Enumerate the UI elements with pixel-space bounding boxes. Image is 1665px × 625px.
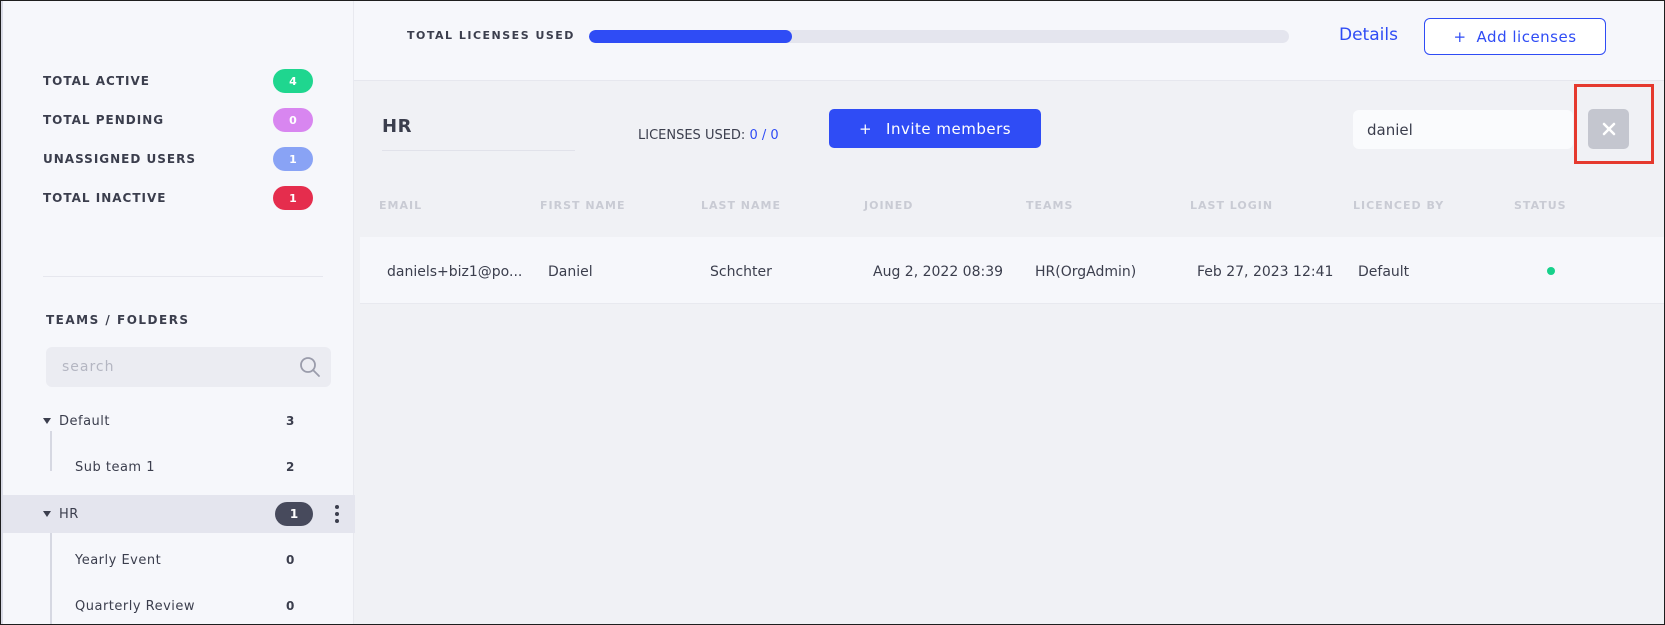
stat-label: TOTAL ACTIVE xyxy=(43,74,150,88)
column-header-first-name[interactable]: FIRST NAME xyxy=(540,199,626,212)
tree-item-sub-team-1[interactable]: Sub team 1 2 xyxy=(3,448,355,486)
plus-icon: + xyxy=(1453,27,1467,46)
stat-unassigned-users[interactable]: UNASSIGNED USERS 1 xyxy=(43,146,313,172)
teams-section-title: TEAMS / FOLDERS xyxy=(46,313,190,327)
licenses-used-label: LICENSES USED: xyxy=(638,128,746,143)
stat-label: TOTAL INACTIVE xyxy=(43,191,167,205)
member-search-input[interactable] xyxy=(1353,110,1573,149)
column-header-status[interactable]: STATUS xyxy=(1514,199,1567,212)
license-bar: TOTAL LICENSES USED Details + Add licens… xyxy=(354,1,1664,81)
team-search-box xyxy=(46,347,331,387)
stat-count-badge: 1 xyxy=(273,186,313,210)
cell-joined: Aug 2, 2022 08:39 xyxy=(873,264,1004,280)
status-active-dot xyxy=(1547,267,1555,275)
stat-total-pending[interactable]: TOTAL PENDING 0 xyxy=(43,107,313,133)
member-search-box xyxy=(1353,110,1573,149)
tree-item-quarterly-review[interactable]: Quarterly Review 0 xyxy=(3,587,355,625)
highlight-annotation xyxy=(1574,84,1654,164)
tree-item-label: Default xyxy=(59,413,110,429)
stat-total-active[interactable]: TOTAL ACTIVE 4 xyxy=(43,68,313,94)
tree-item-count: 2 xyxy=(286,460,295,474)
tree-item-label: HR xyxy=(59,506,79,522)
tree-item-count: 0 xyxy=(286,553,295,567)
sidebar: TOTAL ACTIVE 4 TOTAL PENDING 0 UNASSIGNE… xyxy=(1,1,355,625)
stat-count-badge: 4 xyxy=(273,69,313,93)
caret-down-icon[interactable] xyxy=(43,511,51,517)
tree-item-yearly-event[interactable]: Yearly Event 0 xyxy=(3,541,355,579)
team-search-input[interactable] xyxy=(46,347,286,387)
team-name-title: HR xyxy=(382,116,575,151)
tree-item-count-badge: 1 xyxy=(275,502,313,526)
column-header-last-login[interactable]: LAST LOGIN xyxy=(1190,199,1273,212)
details-link[interactable]: Details xyxy=(1339,25,1398,45)
column-header-last-name[interactable]: LAST NAME xyxy=(701,199,781,212)
tree-item-default[interactable]: Default 3 xyxy=(3,402,355,440)
team-licenses-used: LICENSES USED: 0 / 0 xyxy=(638,128,779,143)
licenses-progress-bar xyxy=(589,30,1289,43)
sidebar-divider xyxy=(43,276,323,277)
caret-down-icon[interactable] xyxy=(43,418,51,424)
more-options-icon[interactable] xyxy=(329,502,345,526)
app-window: TOTAL ACTIVE 4 TOTAL PENDING 0 UNASSIGNE… xyxy=(1,1,1664,624)
column-header-licenced-by[interactable]: LICENCED BY xyxy=(1353,199,1444,212)
column-header-teams[interactable]: TEAMS xyxy=(1026,199,1073,212)
invite-members-button[interactable]: + Invite members xyxy=(829,109,1041,148)
stat-count-badge: 1 xyxy=(273,147,313,171)
stat-count-badge: 0 xyxy=(273,108,313,132)
tree-item-hr[interactable]: HR 1 xyxy=(3,495,355,533)
cell-last-name: Schchter xyxy=(710,264,772,280)
plus-icon: + xyxy=(858,119,873,138)
search-icon[interactable] xyxy=(299,356,321,382)
licenses-title: TOTAL LICENSES USED xyxy=(407,29,575,42)
cell-first-name: Daniel xyxy=(548,264,593,280)
tree-item-label: Sub team 1 xyxy=(75,459,156,475)
invite-members-label: Invite members xyxy=(886,119,1012,138)
cell-licenced-by: Default xyxy=(1358,264,1410,280)
column-header-email[interactable]: EMAIL xyxy=(379,199,422,212)
licenses-used-value: 0 / 0 xyxy=(749,128,779,143)
licenses-progress-fill xyxy=(589,30,792,43)
stat-total-inactive[interactable]: TOTAL INACTIVE 1 xyxy=(43,185,313,211)
column-header-joined[interactable]: JOINED xyxy=(864,199,913,212)
tree-item-count: 3 xyxy=(286,414,295,428)
stat-label: TOTAL PENDING xyxy=(43,113,165,127)
tree-item-count: 0 xyxy=(286,599,295,613)
tree-item-label: Yearly Event xyxy=(75,552,162,568)
add-licenses-label: Add licenses xyxy=(1476,27,1577,46)
tree-item-label: Quarterly Review xyxy=(75,598,196,614)
add-licenses-button[interactable]: + Add licenses xyxy=(1424,18,1606,55)
cell-last-login: Feb 27, 2023 12:41 xyxy=(1197,264,1334,280)
stat-label: UNASSIGNED USERS xyxy=(43,152,196,166)
cell-teams: HR(OrgAdmin) xyxy=(1035,264,1137,280)
cell-email: daniels+biz1@po... xyxy=(387,264,523,280)
